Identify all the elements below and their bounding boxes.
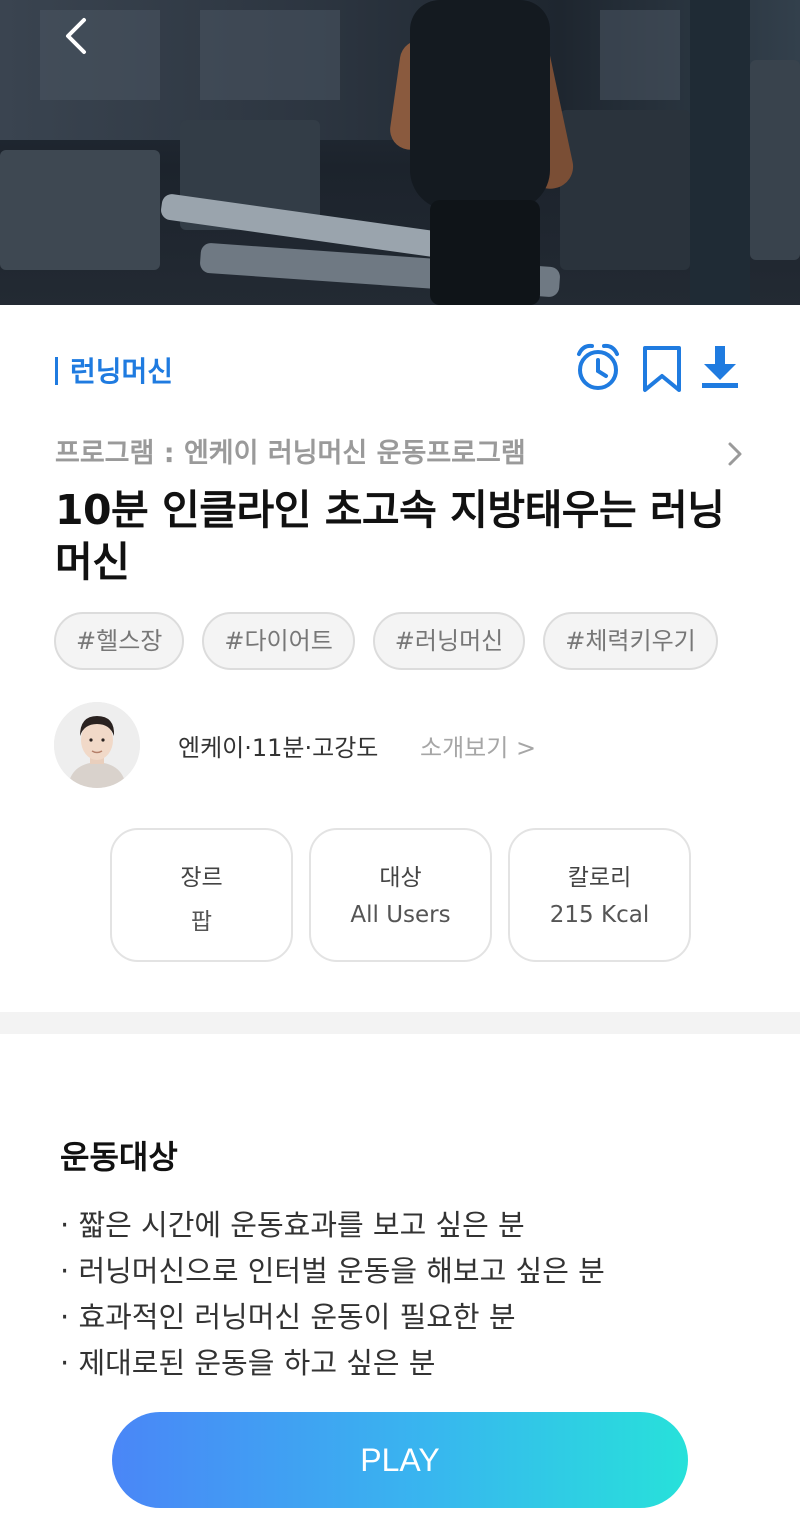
program-label: 프로그램 : 엔케이 러닝머신 운동프로그램 [55, 438, 526, 469]
tag-chip[interactable]: #다이어트 [202, 612, 355, 670]
hero-window [200, 10, 340, 100]
chevron-right-icon [728, 442, 742, 466]
info-value: 215 Kcal [549, 902, 650, 928]
tag-chip[interactable]: #헬스장 [54, 612, 185, 670]
section-divider [0, 1012, 800, 1034]
category-text: 런닝머신 [70, 355, 174, 388]
info-label: 대상 [379, 865, 422, 891]
back-button[interactable] [58, 14, 98, 58]
avatar[interactable] [54, 702, 140, 788]
info-label: 장르 [180, 865, 223, 891]
info-value: 팝 [190, 909, 213, 935]
bookmark-icon [643, 346, 681, 392]
list-item: 효과적인 러닝머신 운동이 필요한 분 [60, 1294, 605, 1340]
target-list: 짧은 시간에 운동효과를 보고 싶은 분 러닝머신으로 인터벌 운동을 해보고 … [60, 1202, 605, 1386]
info-card-genre: 장르 팝 [110, 828, 293, 962]
runner-legs [430, 200, 540, 305]
workout-title: 10분 인클라인 초고속 지방태우는 러닝머신 [55, 486, 725, 586]
chevron-left-icon [66, 18, 86, 54]
hero-pillar [690, 0, 750, 305]
category-row: 런닝머신 [55, 340, 745, 400]
category-bar [55, 357, 58, 385]
bookmark-button[interactable] [637, 340, 687, 396]
hero-image [0, 0, 800, 305]
gym-machine [750, 60, 800, 260]
tag-chip[interactable]: #체력키우기 [543, 612, 718, 670]
tag-chip[interactable]: #러닝머신 [372, 612, 526, 670]
download-icon [702, 346, 738, 388]
author-meta: 엔케이·11분·고강도 [178, 734, 379, 762]
play-button[interactable]: PLAY [112, 1412, 688, 1508]
info-value: All Users [350, 902, 451, 928]
program-link[interactable]: 프로그램 : 엔케이 러닝머신 운동프로그램 [55, 432, 745, 476]
trainer-portrait [54, 702, 140, 788]
download-button[interactable] [695, 340, 745, 396]
info-card-calories: 칼로리 215 Kcal [508, 828, 691, 962]
info-cards: 장르 팝 대상 All Users 칼로리 215 Kcal [110, 828, 691, 962]
gym-machine [560, 110, 690, 270]
alarm-button[interactable] [573, 340, 623, 396]
tag-list: #헬스장 #다이어트 #러닝머신 #체력키우기 [54, 612, 718, 670]
gym-machine [0, 150, 160, 270]
info-label: 칼로리 [567, 865, 632, 891]
category-label: 런닝머신 [55, 350, 173, 390]
list-item: 짧은 시간에 운동효과를 보고 싶은 분 [60, 1202, 605, 1248]
info-card-target: 대상 All Users [309, 828, 492, 962]
list-item: 러닝머신으로 인터벌 운동을 해보고 싶은 분 [60, 1248, 604, 1294]
intro-link[interactable]: 소개보기 > [420, 728, 536, 763]
runner-body [410, 0, 550, 210]
hero-window [600, 10, 680, 100]
alarm-clock-icon [577, 343, 619, 390]
list-item: 제대로된 운동을 하고 싶은 분 [60, 1340, 605, 1386]
section-title: 운동대상 [60, 1138, 178, 1176]
